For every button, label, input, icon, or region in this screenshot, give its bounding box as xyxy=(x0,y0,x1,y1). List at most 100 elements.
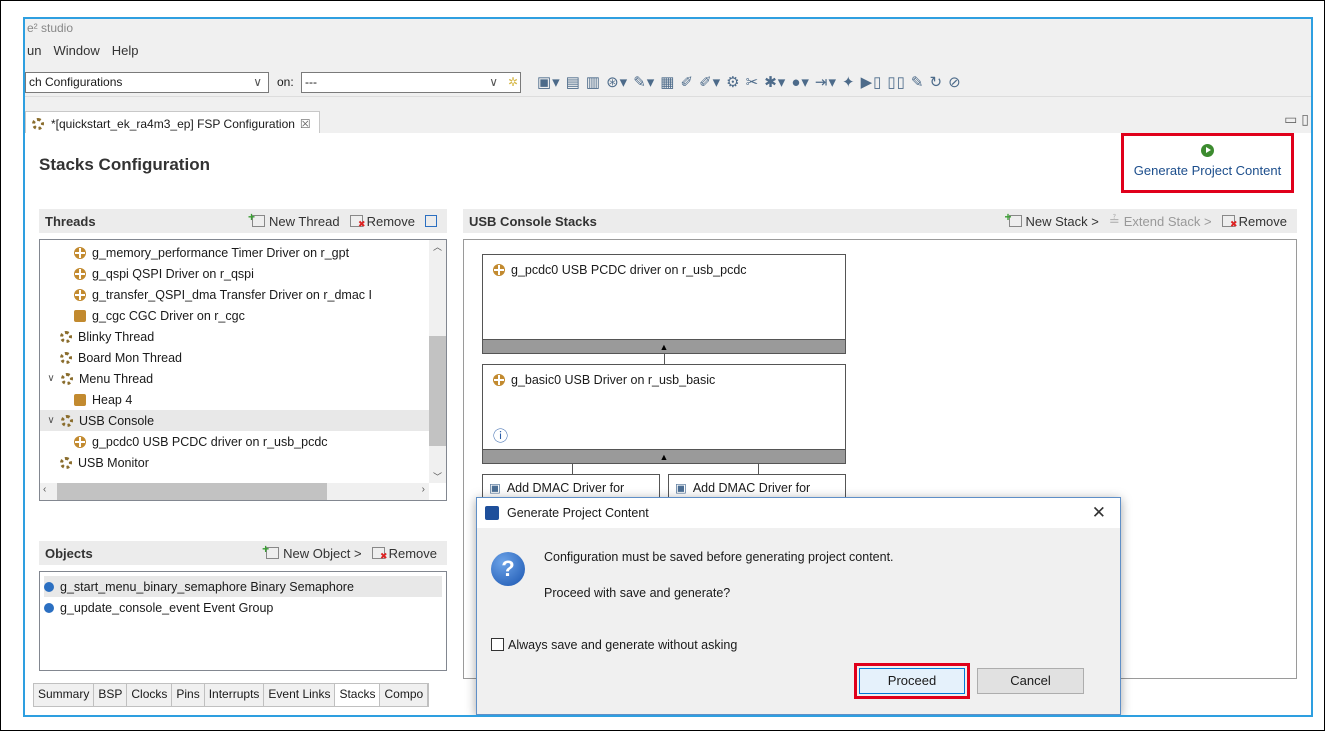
tree-item-label: g_qspi QSPI Driver on r_qspi xyxy=(92,266,254,281)
stack-block-basic[interactable]: g_basic0 USB Driver on r_usb_basic ⓘ ▲ xyxy=(482,364,846,464)
new-file-icon[interactable]: ▣▾ xyxy=(537,73,561,91)
tree-item[interactable]: Heap 4 xyxy=(40,389,446,410)
remove-object-button[interactable]: Remove xyxy=(371,545,437,562)
step-icon[interactable]: ▶▯ xyxy=(861,73,883,91)
binary-icon[interactable]: ▦ xyxy=(660,73,675,91)
objects-title: Objects xyxy=(45,545,93,561)
pin-icon[interactable]: ✎ xyxy=(911,73,925,91)
gear-icon xyxy=(32,117,44,130)
stacks-header: USB Console Stacks New Stack > ≟Extend S… xyxy=(463,209,1297,233)
objects-panel: Objects New Object > Remove g_start_menu… xyxy=(39,541,447,671)
tab-interrupts[interactable]: Interrupts xyxy=(204,684,265,706)
vertical-scrollbar[interactable]: ︿ ﹀ xyxy=(429,240,446,483)
run-icon[interactable]: ✱▾ xyxy=(764,73,786,91)
horizontal-scrollbar[interactable]: ‹ › xyxy=(40,483,429,500)
tree-item-label: g_pcdc0 USB PCDC driver on r_usb_pcdc xyxy=(92,434,328,449)
wand-icon[interactable]: ✐▾ xyxy=(699,73,721,91)
driver-icon xyxy=(74,288,86,301)
tab-summary[interactable]: Summary xyxy=(34,684,95,706)
tab-fsp-configuration[interactable]: *[quickstart_ek_ra4m3_ep] FSP Configurat… xyxy=(25,111,320,133)
extend-stack-button[interactable]: ≟ Extend Stack > xyxy=(1109,213,1212,229)
collapse-all-icon[interactable] xyxy=(425,215,437,227)
stack-connector-bar: ▲ xyxy=(483,339,845,353)
play-icon xyxy=(1201,144,1214,157)
new-object-button[interactable]: New Object > xyxy=(262,542,362,561)
cancel-button[interactable]: Cancel xyxy=(977,668,1084,694)
object-label: g_update_console_event Event Group xyxy=(60,600,274,615)
gear-icon[interactable]: ✲ xyxy=(508,73,518,92)
debug-icon[interactable]: ⊛▾ xyxy=(606,73,628,91)
remove-stack-button[interactable]: Remove xyxy=(1221,214,1287,230)
generate-project-content-button[interactable]: Generate Project Content xyxy=(1121,133,1294,193)
generate-label: Generate Project Content xyxy=(1133,163,1282,178)
tree-item[interactable]: Blinky Thread xyxy=(40,326,446,347)
screenshot-frame: e² studio un Window Help ch Configuratio… xyxy=(0,0,1325,731)
list-item[interactable]: g_start_menu_binary_semaphore Binary Sem… xyxy=(44,576,442,597)
list-item[interactable]: g_update_console_event Event Group xyxy=(44,597,442,618)
dialog-question: Proceed with save and generate? xyxy=(544,586,731,600)
close-icon[interactable]: ☒ xyxy=(300,117,311,131)
tree-item[interactable]: g_qspi QSPI Driver on r_qspi xyxy=(40,263,446,284)
save-icon[interactable]: ▤ xyxy=(566,73,581,91)
tree-item[interactable]: g_memory_performance Timer Driver on r_g… xyxy=(40,242,446,263)
tree-item[interactable]: g_pcdc0 USB PCDC driver on r_usb_pcdc xyxy=(40,431,446,452)
main-toolbar: ch Configurations ∨ on: --- ∨ ✲ ▣▾ ▤ ▥ ⊛… xyxy=(25,67,1311,97)
add-icon xyxy=(262,542,280,559)
new-stack-button[interactable]: New Stack > xyxy=(1005,210,1099,229)
launch-configuration-select[interactable]: ch Configurations ∨ xyxy=(25,72,269,93)
proceed-button[interactable]: Proceed xyxy=(859,668,965,694)
tab-stacks[interactable]: Stacks xyxy=(335,684,381,706)
chevron-down-icon[interactable]: ∨ xyxy=(46,415,56,426)
launch-target-select[interactable]: --- ∨ ✲ xyxy=(301,72,521,93)
thread-icon xyxy=(61,414,73,427)
tab-pins[interactable]: Pins xyxy=(172,684,205,706)
search-icon[interactable]: ✦ xyxy=(842,73,856,91)
object-label: g_start_menu_binary_semaphore Binary Sem… xyxy=(60,579,354,594)
refresh-icon[interactable]: ↻ xyxy=(929,73,943,91)
new-thread-button[interactable]: New Thread xyxy=(248,210,340,229)
tree-item[interactable]: ∨ Menu Thread xyxy=(40,368,446,389)
extend-stack-label: Extend Stack > xyxy=(1123,213,1212,229)
stack-block-label: g_basic0 USB Driver on r_usb_basic xyxy=(511,372,716,387)
pencil-icon[interactable]: ✐ xyxy=(680,73,694,91)
tree-item[interactable]: Board Mon Thread xyxy=(40,347,446,368)
new-object-label: New Object > xyxy=(283,545,362,561)
build-icon[interactable]: ✎▾ xyxy=(633,73,655,91)
remove-thread-button[interactable]: Remove xyxy=(349,214,415,230)
save-all-icon[interactable]: ▥ xyxy=(586,73,601,91)
object-icon xyxy=(44,581,54,592)
tree-item-label: Blinky Thread xyxy=(78,329,155,344)
window-title: e² studio xyxy=(27,21,74,35)
tree-item[interactable]: g_transfer_QSPI_dma Transfer Driver on r… xyxy=(40,284,446,305)
add-driver-icon: ▣ xyxy=(675,481,687,495)
stack-block-pcdc[interactable]: g_pcdc0 USB PCDC driver on r_usb_pcdc ▲ xyxy=(482,254,846,354)
external-tools-icon[interactable]: ●▾ xyxy=(791,73,810,91)
tree-item-label: g_memory_performance Timer Driver on r_g… xyxy=(92,245,350,260)
tree-item[interactable]: ∨ USB Console xyxy=(40,410,446,431)
minimize-maximize-icon[interactable]: ▭ ▯ xyxy=(1284,111,1309,128)
menu-run[interactable]: un xyxy=(27,43,41,65)
misc-icon[interactable]: ⊘ xyxy=(948,73,962,91)
always-save-checkbox[interactable]: Always save and generate without asking xyxy=(491,638,737,652)
menu-window[interactable]: Window xyxy=(53,43,99,65)
tree-item[interactable]: USB Monitor xyxy=(40,452,446,473)
chevron-down-icon[interactable]: ∨ xyxy=(46,373,56,384)
thread-icon xyxy=(60,351,72,364)
info-icon[interactable]: ⓘ xyxy=(493,425,508,446)
tab-bsp[interactable]: BSP xyxy=(94,684,128,706)
remove-label: Remove xyxy=(388,545,437,561)
tab-components[interactable]: Compo xyxy=(380,684,429,706)
tab-clocks[interactable]: Clocks xyxy=(127,684,173,706)
tab-event-links[interactable]: Event Links xyxy=(264,684,336,706)
close-icon[interactable]: ✕ xyxy=(1092,503,1106,523)
columns-icon[interactable]: ▯▯ xyxy=(887,73,906,91)
menu-help[interactable]: Help xyxy=(112,43,139,65)
tools-icon[interactable]: ✂ xyxy=(746,73,760,91)
tree-item[interactable]: g_cgc CGC Driver on r_cgc xyxy=(40,305,446,326)
settings-icon[interactable]: ⚙ xyxy=(726,73,740,91)
navigate-icon[interactable]: ⇥▾ xyxy=(815,73,837,91)
checkbox-label: Always save and generate without asking xyxy=(508,638,738,652)
tree-item-label: Board Mon Thread xyxy=(78,350,182,365)
new-thread-label: New Thread xyxy=(269,213,340,229)
remove-icon xyxy=(349,215,366,230)
